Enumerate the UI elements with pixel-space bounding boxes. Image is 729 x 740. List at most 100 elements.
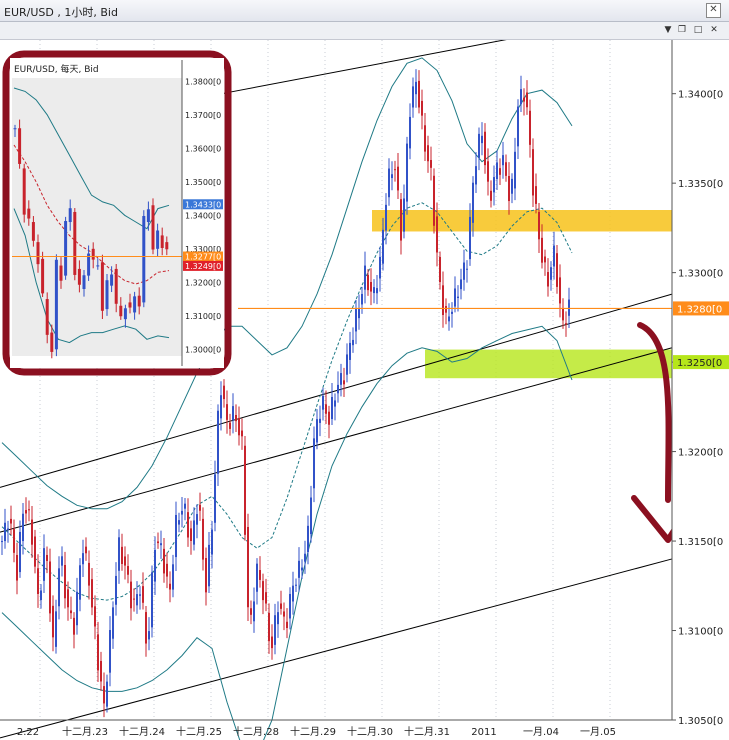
main-candle-body <box>280 603 282 609</box>
main-candle-body <box>223 385 225 400</box>
main-candle-body <box>307 525 309 553</box>
inset-tick-label: 1.3100[0 <box>185 312 221 321</box>
main-candle-body <box>172 564 174 590</box>
inset-candle-body <box>77 268 81 285</box>
inset-price-box-low-label: 1.3249[0 <box>185 262 221 271</box>
main-candle-body <box>154 549 156 582</box>
main-candle-body <box>100 660 102 682</box>
main-candle-body <box>271 636 273 649</box>
time-tick-label: 一月.05 <box>580 726 616 738</box>
main-candle-body <box>298 560 300 578</box>
main-candle-body <box>385 204 387 231</box>
inset-candle-body <box>142 215 146 303</box>
time-tick-label: 十二月.30 <box>347 725 393 738</box>
main-candle-body <box>49 561 51 614</box>
main-candle-body <box>439 257 441 283</box>
main-candle-body <box>400 199 402 241</box>
inset-candle-body <box>119 305 123 317</box>
main-candle-body <box>499 168 501 175</box>
inset-candle-body <box>31 222 35 241</box>
main-candle-body <box>352 339 354 346</box>
main-candle-body <box>295 584 297 586</box>
main-candle-body <box>199 504 201 511</box>
inset-tick-label: 1.3400[0 <box>185 211 221 220</box>
main-candle-body <box>304 553 306 562</box>
inset-candle-body <box>110 274 114 286</box>
bollinger-lower-band <box>1 325 573 740</box>
main-candle-body <box>121 546 123 564</box>
main-candle-body <box>550 267 552 280</box>
main-candle-body <box>148 631 150 640</box>
main-candle-body <box>160 543 162 546</box>
main-candle-body <box>490 190 492 201</box>
main-candle-body <box>334 400 336 407</box>
main-candle-body <box>310 497 312 535</box>
chart-canvas[interactable]: 1.3050[0 1.3100[0 1.3150[0 1.3200[0 1.3250[0… <box>0 40 729 740</box>
main-candle-body <box>520 89 522 105</box>
main-candle-body <box>313 438 315 489</box>
main-candle-body <box>526 92 528 108</box>
main-candle-body <box>514 151 516 189</box>
inset-tick-label: 1.3500[0 <box>185 178 221 187</box>
main-candle-body <box>370 282 372 292</box>
main-candle-body <box>409 116 411 149</box>
inset-tick-label: 1.3200[0 <box>185 278 221 287</box>
main-candle-body <box>217 410 219 474</box>
main-candle-body <box>250 608 252 615</box>
inset-candle-body <box>41 258 45 294</box>
main-candle-body <box>196 514 198 525</box>
main-candle-body <box>337 384 339 394</box>
main-candle-body <box>187 512 189 538</box>
main-candle-body <box>478 133 480 158</box>
main-candle-body <box>493 177 495 193</box>
main-candle-body <box>322 395 324 410</box>
main-candle-body <box>376 288 378 294</box>
maximize-icon[interactable]: □ <box>692 24 704 36</box>
inset-candle-body <box>64 221 68 276</box>
inset-candle-body <box>82 275 86 290</box>
main-candle-body <box>346 354 348 375</box>
main-candle-body <box>328 411 330 425</box>
main-candle-body <box>52 605 54 638</box>
inset-candle-body <box>100 262 104 311</box>
main-candle-body <box>247 526 249 608</box>
main-candle-body <box>91 579 93 608</box>
main-candle-body <box>55 611 57 647</box>
time-axis: 2.22 十二月.23 十二月.24 十二月.25 十二月.28 十二月.29 十二月.30… <box>0 719 672 738</box>
main-candle-body <box>166 563 168 577</box>
main-candle-body <box>64 564 66 599</box>
main-candle-body <box>130 581 132 609</box>
close-icon[interactable]: ✕ <box>706 3 721 18</box>
main-candle-body <box>274 615 276 645</box>
main-candle-body <box>505 162 507 176</box>
main-candle-body <box>397 166 399 191</box>
price-tick-label: 1.3350[0 <box>678 179 723 190</box>
trend-channel-line <box>221 40 507 95</box>
main-candle-body <box>508 176 510 202</box>
main-candle-body <box>181 510 183 515</box>
main-candle-body <box>58 568 60 607</box>
main-candle-body <box>178 520 180 525</box>
chevron-down-icon[interactable]: ▼ <box>662 24 674 36</box>
inset-shading <box>12 78 182 356</box>
inset-candle-body <box>96 265 100 267</box>
main-candle-body <box>229 422 231 429</box>
main-candle-body <box>415 81 417 95</box>
main-candle-body <box>502 155 504 166</box>
time-tick-label: 一月.04 <box>523 726 559 738</box>
main-candle-body <box>151 572 153 628</box>
main-candle-body <box>262 581 264 601</box>
inset-price-box-mid-label: 1.3277[0 <box>185 253 221 262</box>
main-candle-body <box>208 544 210 587</box>
main-candle-body <box>472 182 474 223</box>
main-candle-body <box>13 529 15 553</box>
main-candle-body <box>355 309 357 332</box>
main-candle-body <box>136 594 138 606</box>
chart-close-icon[interactable]: ✕ <box>708 24 720 36</box>
main-candle-body <box>163 548 165 574</box>
main-candle-body <box>7 528 9 530</box>
main-candle-body <box>67 589 69 608</box>
main-candle-body <box>133 598 135 600</box>
restore-icon[interactable]: ❐ <box>676 24 688 36</box>
main-candle-body <box>403 198 405 232</box>
